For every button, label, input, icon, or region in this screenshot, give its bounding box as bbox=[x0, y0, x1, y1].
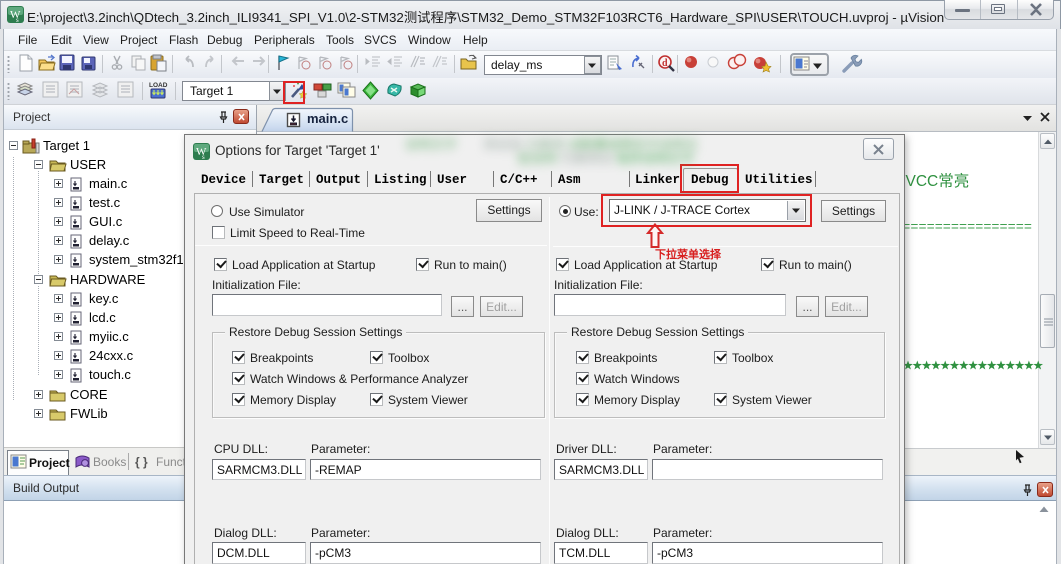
svg-text:LOAD: LOAD bbox=[149, 82, 168, 89]
svg-text:d: d bbox=[662, 58, 668, 69]
svg-text:s: s bbox=[16, 16, 19, 24]
svg-text:s: s bbox=[202, 153, 205, 161]
